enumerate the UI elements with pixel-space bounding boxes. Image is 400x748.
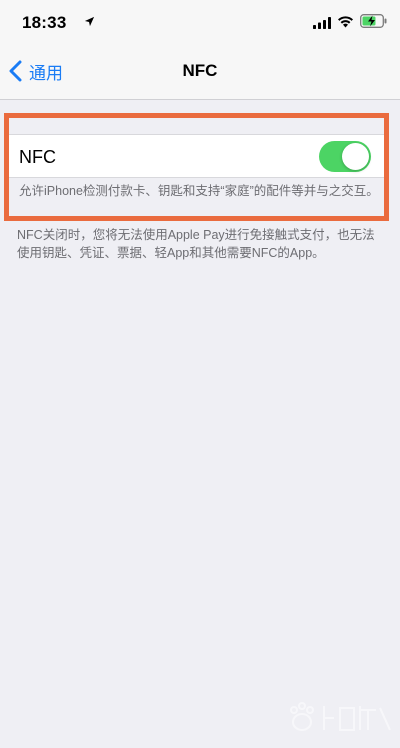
nfc-setting-label: NFC: [19, 147, 56, 167]
location-arrow-icon: [84, 16, 95, 27]
navigation-bar: 通用 NFC: [0, 44, 400, 100]
nfc-setting-footer: 允许iPhone检测付款卡、钥匙和支持“家庭”的配件等并与之交互。: [19, 184, 379, 198]
status-bar: 18:33: [0, 0, 400, 44]
nfc-setting-row: NFC: [9, 134, 384, 178]
wifi-icon: [338, 16, 353, 28]
status-time: 18:33: [22, 13, 67, 32]
battery-charging-icon: [360, 14, 387, 28]
cellular-signal-icon: [313, 17, 331, 29]
page-title: NFC: [182, 61, 218, 80]
nfc-toggle-switch[interactable]: [319, 141, 371, 172]
nfc-off-note: NFC关闭时，您将无法使用Apple Pay进行免接触式支付，也无法使用钥匙、凭…: [17, 228, 375, 260]
toggle-knob: [342, 143, 369, 170]
watermark-logo: [290, 702, 391, 731]
